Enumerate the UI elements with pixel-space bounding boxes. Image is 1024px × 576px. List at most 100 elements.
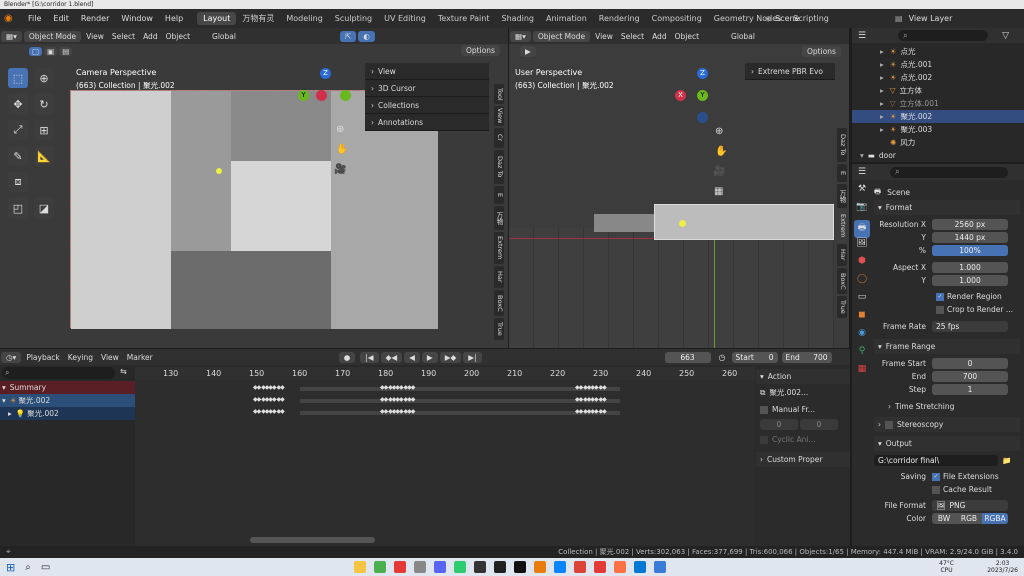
menu-playback[interactable]: Playback [22, 353, 63, 362]
outliner-filter-icon[interactable]: ▽ [1002, 31, 1009, 41]
menu-timeline-view[interactable]: View [97, 353, 123, 362]
keyframe-group[interactable]: ◆◆ ◆◆◆◆ ◆◆ [253, 384, 285, 391]
menu-window[interactable]: Window [115, 14, 159, 23]
panel-3d-cursor[interactable]: › 3D Cursor [365, 80, 489, 97]
outliner-item[interactable]: ▸ ☀ 点光 [880, 45, 1024, 58]
right-menu-add[interactable]: Add [648, 32, 671, 41]
crop-checkbox[interactable]: Crop to Render ... [874, 303, 1020, 316]
right-menu-object[interactable]: Object [671, 32, 703, 41]
file-format-dropdown[interactable]: 🖼 PNG [932, 500, 1008, 511]
right-play-icon[interactable]: ▶ [520, 46, 536, 57]
tab-wanwu[interactable]: 万物有灵 [236, 11, 280, 26]
channel-search-input[interactable]: ⌕ [2, 367, 115, 379]
outliner-item[interactable]: ▸ ▽ 立方体 [880, 84, 1024, 97]
vtab-tool[interactable]: Tool [494, 84, 504, 104]
left-mode-dropdown[interactable]: Object Mode [23, 30, 82, 42]
right-vtab-daz[interactable]: Daz To [837, 128, 847, 162]
constraint-tab-icon[interactable]: ⚲ [854, 346, 870, 364]
vtab-daz[interactable]: Daz To [494, 150, 504, 184]
vtab-cr[interactable]: Cr [494, 128, 504, 148]
tab-animation[interactable]: Animation [540, 12, 593, 25]
right-vtab-extrem[interactable]: Extrem [837, 210, 847, 242]
right-orientation-dropdown[interactable]: Global [727, 32, 759, 41]
prev-key-icon[interactable]: ◆◀ [380, 351, 403, 363]
right-editor-type-button[interactable]: ▦▾ [510, 30, 531, 42]
right-light-marker-icon[interactable] [679, 220, 686, 227]
panel-annotations[interactable]: › Annotations [365, 114, 489, 131]
swap-icon[interactable]: ⇆ [120, 367, 127, 376]
task-view-icon[interactable]: ▭ [41, 562, 50, 573]
output-section[interactable]: ▾ Output [874, 436, 1020, 451]
left-orientation-dropdown[interactable]: Global [208, 32, 240, 41]
x-axis-icon[interactable] [316, 90, 327, 101]
outliner-item[interactable]: ▸ ☀ 点光.001 [880, 58, 1024, 71]
output-path-input[interactable]: G:\corridor final\ [874, 455, 998, 466]
keyframe-group[interactable]: ◆◆ ◆◆◆◆ ◆◆◆ [380, 396, 415, 403]
search-icon[interactable]: ⌕ [25, 562, 31, 573]
aspect-x-field[interactable]: 1.000 [932, 262, 1008, 273]
knife-tool-icon[interactable]: ◪ [34, 198, 54, 218]
outliner-item[interactable]: ▸ ▽ 立方体.001 [880, 97, 1024, 110]
select-box-icon[interactable]: ▢ [29, 46, 43, 56]
menu-edit[interactable]: Edit [47, 14, 75, 23]
world-tab-icon[interactable]: ◯ [854, 274, 870, 292]
scene-selector[interactable]: ◈ Scene [765, 12, 800, 25]
play-icon[interactable]: ▶ [421, 351, 438, 363]
stereoscopy-section[interactable]: › Stereoscopy [874, 417, 1020, 432]
horizontal-scrollbar[interactable] [250, 537, 375, 543]
right-vtab-true[interactable]: True [837, 296, 847, 318]
frame-ruler[interactable]: 130 140 150 160 170 180 190 200 210 220 … [135, 367, 755, 380]
move-tool-icon[interactable]: ✥ [8, 94, 28, 114]
keyframe-group[interactable]: ◆◆ ◆◆◆◆ ◆◆ [575, 384, 607, 391]
keyframe-group[interactable]: ◆◆ ◆◆◆◆ ◆◆◆ [380, 384, 415, 391]
select-subtract-icon[interactable]: ▤ [59, 46, 73, 56]
jump-end-icon[interactable]: ▶| [463, 351, 482, 363]
app-icon[interactable] [634, 561, 647, 573]
panel-view[interactable]: › View [365, 63, 489, 80]
camera-view-icon[interactable]: 🎥 [334, 164, 346, 175]
custom-properties-section[interactable]: › Custom Proper [756, 452, 850, 467]
keyframe-group[interactable]: ◆◆ ◆◆◆◆ ◆◆ [253, 396, 285, 403]
right-vtab-boxc[interactable]: BoxC [837, 268, 847, 294]
cache-result-checkbox[interactable] [932, 485, 940, 494]
editor-type-button[interactable]: ▦▾ [1, 30, 22, 42]
tab-shading[interactable]: Shading [495, 12, 540, 25]
tab-uv-editing[interactable]: UV Editing [378, 12, 432, 25]
view-layer-selector[interactable]: ▤ View Layer [895, 12, 952, 25]
blender-taskbar-icon[interactable] [534, 561, 547, 573]
app-icon[interactable] [614, 561, 627, 573]
capcut-icon[interactable] [514, 561, 527, 573]
jump-start-icon[interactable]: |◀ [360, 351, 379, 363]
color-rgb-button[interactable]: RGB [956, 513, 982, 524]
next-key-icon[interactable]: ▶◆ [439, 351, 462, 363]
frame-range-section[interactable]: ▾ Frame Range [874, 339, 1020, 354]
outliner-type-icon[interactable]: ☰ [858, 31, 866, 41]
keyframe-group[interactable]: ◆◆ ◆◆◆◆ ◆◆ [575, 408, 607, 415]
clock[interactable]: 2:03 2023/7/26 [987, 560, 1018, 574]
panel-collections[interactable]: › Collections [365, 97, 489, 114]
debris-model[interactable] [594, 214, 654, 232]
right-viewport[interactable]: ▦▾ Object Mode View Select Add Object Gl… [509, 28, 849, 348]
outliner-collection[interactable]: ▾ ▬ door [860, 149, 1024, 162]
extrude-tool-icon[interactable]: ◰ [8, 198, 28, 218]
cursor-tool-icon[interactable]: ⊕ [34, 68, 54, 88]
tab-sculpting[interactable]: Sculpting [329, 12, 378, 25]
outliner-item[interactable]: ✺ 风力 [880, 136, 1024, 149]
left-viewport[interactable]: ▦▾ Object Mode View Select Add Object Gl… [0, 28, 508, 348]
frame-step-field[interactable]: 1 [932, 384, 1008, 395]
start-icon[interactable]: ⊞ [6, 561, 15, 574]
resolution-percent-field[interactable]: 100% [932, 245, 1008, 256]
play-reverse-icon[interactable]: ◀ [404, 351, 420, 363]
right-nav-gizmo[interactable]: Z X Y [673, 68, 733, 128]
select-extend-icon[interactable]: ▣ [44, 46, 58, 56]
current-frame-field[interactable]: 663 [664, 351, 711, 363]
end-frame-field[interactable]: End 700 [781, 351, 832, 363]
start-frame-field[interactable]: Start 0 [731, 351, 778, 363]
properties-type-icon[interactable]: ☰ [858, 167, 866, 177]
app-icon[interactable] [654, 561, 667, 573]
vtab-view[interactable]: View [494, 106, 504, 126]
scale-tool-icon[interactable]: ⤢ [8, 120, 28, 140]
panel-extreme-pbr[interactable]: › Extreme PBR Evo [745, 63, 835, 80]
zoom-icon[interactable]: ⊕ [336, 124, 344, 135]
outliner-item-selected[interactable]: ▸ ☀ 聚光.002 [852, 110, 1024, 123]
